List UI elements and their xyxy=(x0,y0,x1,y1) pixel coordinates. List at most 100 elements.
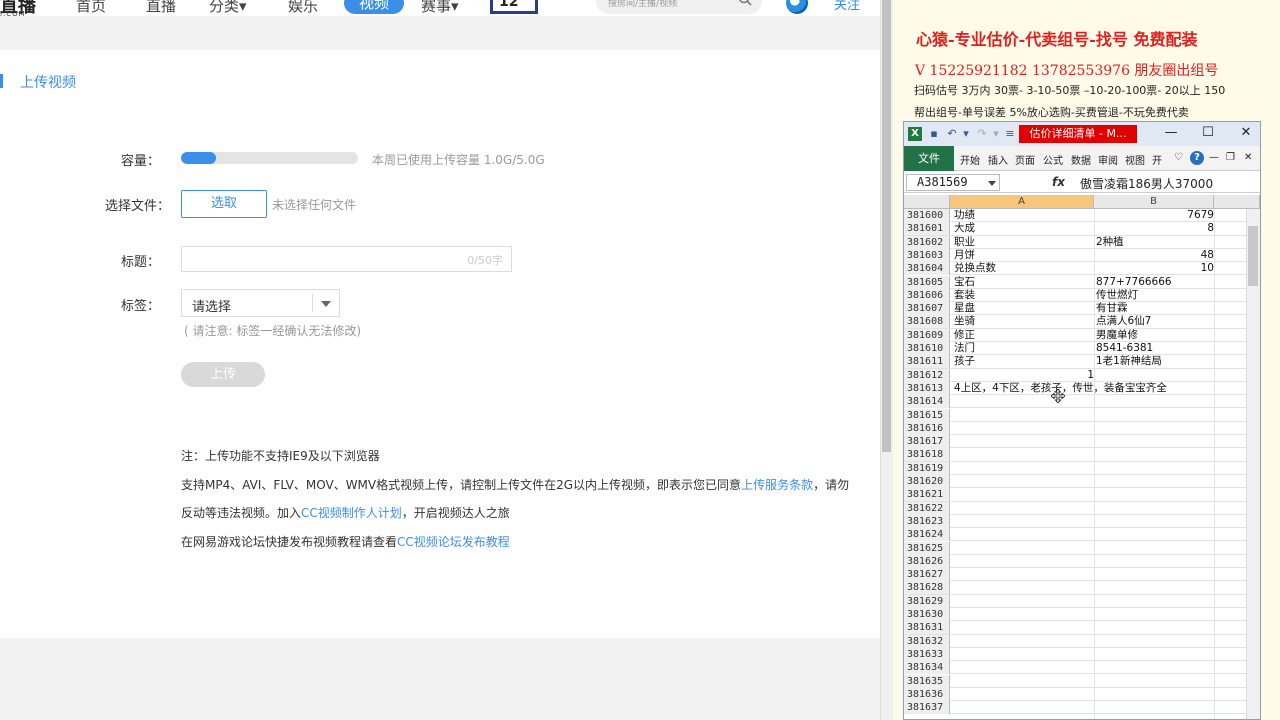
table-row[interactable]: 381611 孩子 1老1新神结局 xyxy=(904,355,1254,369)
minimize-icon[interactable]: — xyxy=(1161,125,1181,140)
table-row[interactable]: 381621 xyxy=(904,488,1254,502)
table-row[interactable]: 381616 xyxy=(904,421,1254,436)
cell-a[interactable] xyxy=(954,502,1094,515)
table-row[interactable]: 381619 xyxy=(904,461,1254,475)
cell-a[interactable]: 套装 xyxy=(954,289,1094,302)
cell-b[interactable] xyxy=(1096,462,1214,475)
cell-b[interactable]: 有甘霖 xyxy=(1096,302,1214,315)
promo-banner[interactable]: 12 xyxy=(490,0,538,14)
row-header[interactable]: 381610 xyxy=(904,342,950,355)
table-row[interactable]: 381629 xyxy=(904,594,1254,608)
table-row[interactable]: 381637 xyxy=(904,701,1254,715)
insert-function-icon[interactable]: fx xyxy=(1052,175,1065,189)
cell-a[interactable] xyxy=(954,409,1094,422)
row-header[interactable]: 381619 xyxy=(904,461,950,475)
cell-a[interactable] xyxy=(954,608,1094,621)
creator-plan-link[interactable]: CC视频制作人计划 xyxy=(301,506,402,520)
cell-b[interactable] xyxy=(1096,635,1214,648)
ribbon-tab-page[interactable]: 页面 xyxy=(1015,152,1035,167)
search-box[interactable]: 搜房间/主播/视频 xyxy=(596,0,762,14)
upload-button[interactable]: 上传 xyxy=(181,362,265,387)
help-icon[interactable]: ? xyxy=(1190,151,1204,165)
table-row[interactable]: 381634 xyxy=(904,661,1254,675)
app-logo-icon[interactable] xyxy=(786,0,808,14)
row-header[interactable]: 381630 xyxy=(904,608,950,621)
cell-a[interactable]: 修正 xyxy=(954,329,1094,342)
cell-a[interactable] xyxy=(954,688,1094,701)
row-header[interactable]: 381623 xyxy=(904,514,950,528)
row-header[interactable]: 381632 xyxy=(904,634,950,648)
table-row[interactable]: 381601 大成 8 xyxy=(904,222,1254,236)
table-row[interactable]: 381625 xyxy=(904,541,1254,555)
title-input[interactable]: 0/50字 xyxy=(181,246,512,272)
cell-b[interactable] xyxy=(1096,422,1214,435)
table-row[interactable]: 381610 法门 8541-6381 xyxy=(904,342,1254,356)
row-header[interactable]: 381607 xyxy=(904,302,950,316)
row-header[interactable]: 381608 xyxy=(904,315,950,329)
cell-b[interactable]: 1老1新神结局 xyxy=(1096,355,1214,368)
sheet-scrollbar-thumb[interactable] xyxy=(1248,226,1258,286)
table-row[interactable]: 381631 xyxy=(904,621,1254,635)
forum-tutorial-link[interactable]: CC视频论坛发布教程 xyxy=(397,535,510,549)
undo-icon[interactable]: ↶ xyxy=(946,128,958,140)
cell-a[interactable] xyxy=(954,462,1094,475)
table-row[interactable]: 381636 xyxy=(904,687,1254,702)
cell-a[interactable] xyxy=(954,581,1094,594)
page-scrollbar-thumb[interactable] xyxy=(882,0,891,452)
ribbon-tab-insert[interactable]: 插入 xyxy=(988,152,1008,167)
cell-a[interactable] xyxy=(954,488,1094,501)
search-input[interactable]: 搜房间/主播/视频 xyxy=(608,0,677,9)
terms-link[interactable]: 上传服务条款 xyxy=(741,478,813,492)
nav-events[interactable]: 赛事▾ xyxy=(421,0,459,16)
cell-a[interactable]: 坐骑 xyxy=(954,315,1094,328)
table-row[interactable]: 381623 xyxy=(904,514,1254,529)
table-row[interactable]: 381627 xyxy=(904,568,1254,582)
ribbon-restore-icon[interactable]: ❐ xyxy=(1226,152,1235,163)
cell-a[interactable]: 大成 xyxy=(954,222,1094,235)
cell-b[interactable] xyxy=(1096,369,1214,382)
excel-app-icon[interactable]: X xyxy=(908,127,922,141)
nav-video[interactable]: 视频 xyxy=(344,0,404,14)
row-header[interactable]: 381625 xyxy=(904,541,950,555)
table-row[interactable]: 381612 1 xyxy=(904,368,1254,382)
follow-link[interactable]: 关注 xyxy=(834,0,860,13)
cell-b[interactable] xyxy=(1096,568,1214,581)
cell-a[interactable] xyxy=(954,675,1094,688)
cell-a[interactable] xyxy=(954,595,1094,608)
select-file-button[interactable]: 选取 xyxy=(181,190,267,218)
row-header[interactable]: 381614 xyxy=(904,395,950,409)
row-header[interactable]: 381626 xyxy=(904,554,950,568)
cell-b[interactable] xyxy=(1096,661,1214,674)
row-header[interactable]: 381624 xyxy=(904,528,950,542)
redo-icon[interactable]: ↷ xyxy=(976,128,988,140)
table-row[interactable]: 381614 xyxy=(904,395,1254,409)
cell-a[interactable] xyxy=(954,475,1094,488)
nav-category[interactable]: 分类▾ xyxy=(209,0,247,16)
customize-toolbar-icon[interactable]: ≡ xyxy=(1004,128,1016,140)
cell-b[interactable]: 10 xyxy=(1096,262,1214,275)
cell-b[interactable] xyxy=(1096,648,1214,661)
formula-input[interactable]: 傲雪凌霜186男人37000 xyxy=(1080,175,1213,192)
ribbon-tab-view[interactable]: 视图 xyxy=(1125,152,1145,167)
ribbon-minimize-icon[interactable]: — xyxy=(1209,152,1219,163)
cell-a[interactable] xyxy=(954,701,1094,714)
table-row[interactable]: 381605 宝石 877+7766666 xyxy=(904,275,1254,289)
cell-b[interactable] xyxy=(1096,675,1214,688)
table-row[interactable]: 381628 xyxy=(904,581,1254,595)
name-box[interactable]: A381569 xyxy=(906,174,1000,191)
table-row[interactable]: 381607 星盘 有甘霖 xyxy=(904,302,1254,316)
cell-a[interactable] xyxy=(954,542,1094,555)
column-header-b[interactable]: B xyxy=(1094,195,1214,209)
cell-a[interactable]: 兑换点数 xyxy=(954,262,1094,275)
row-header[interactable]: 381618 xyxy=(904,448,950,462)
cell-b[interactable]: 点满人6仙7 xyxy=(1096,315,1214,328)
table-row[interactable]: 381630 xyxy=(904,608,1254,622)
cell-a[interactable] xyxy=(954,528,1094,541)
cell-b[interactable] xyxy=(1096,488,1214,501)
table-row[interactable]: 381626 xyxy=(904,554,1254,569)
ribbon-tab-formula[interactable]: 公式 xyxy=(1043,152,1063,167)
cell-b[interactable]: 7679 xyxy=(1096,209,1214,222)
row-header[interactable]: 381612 xyxy=(904,368,950,382)
cell-b[interactable] xyxy=(1096,515,1214,528)
cell-a[interactable] xyxy=(954,568,1094,581)
